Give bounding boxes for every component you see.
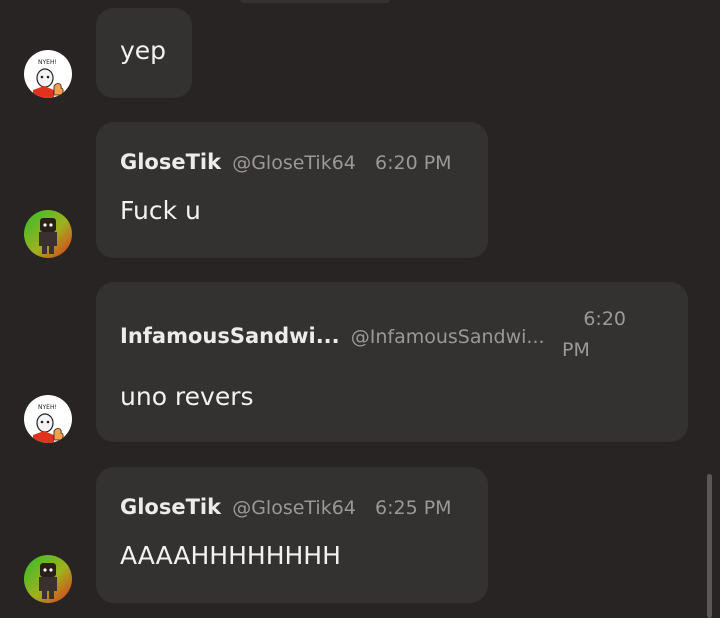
author-name[interactable]: GloseTik [120,150,221,174]
glosetik-avatar-icon [24,210,72,258]
author-name[interactable]: GloseTik [120,495,221,519]
message-text: uno revers [120,382,254,411]
message-header: GloseTik @GloseTik64 6:20 PM [120,150,452,174]
user-avatar[interactable]: NYEH! [24,395,72,443]
message-text: yep [120,36,167,65]
message-bubble: GloseTik @GloseTik64 6:20 PM Fuck u [96,122,488,258]
svg-text:NYEH!: NYEH! [38,404,57,411]
svg-text:NYEH!: NYEH! [38,59,57,66]
papyrus-avatar-icon: NYEH! [24,395,72,443]
user-avatar[interactable]: NYEH! [24,50,72,98]
message-bubble: GloseTik @GloseTik64 6:25 PM AAAAHHHHHHH… [96,467,488,603]
timestamp-time: 6:20 [583,308,626,330]
user-avatar[interactable] [24,210,72,258]
message-bubble: InfamousSandwi... @InfamousSandwi... 6:2… [96,282,688,442]
message-bubble: yep [96,8,192,98]
message-header: GloseTik @GloseTik64 6:25 PM [120,495,452,519]
author-handle[interactable]: @InfamousSandwi... [351,326,545,348]
author-handle[interactable]: @GloseTik64 [232,152,356,174]
message-text: Fuck u [120,196,201,225]
message-header: InfamousSandwi... @InfamousSandwi... [120,324,545,348]
message-timestamp: 6:20 PM [562,304,626,366]
message-text: AAAAHHHHHHHH [120,541,341,570]
chat-view: NYEH! yep GloseTik @GloseTik64 6:20 PM F… [0,0,720,618]
author-name[interactable]: InfamousSandwi... [120,324,340,348]
scrollbar-thumb[interactable] [707,474,712,618]
message-timestamp: 6:25 PM [374,497,452,519]
glosetik-avatar-icon [24,555,72,603]
message-timestamp: 6:20 PM [374,152,452,174]
user-avatar[interactable] [24,555,72,603]
papyrus-avatar-icon: NYEH! [24,50,72,98]
timestamp-period: PM [562,339,590,361]
author-handle[interactable]: @GloseTik64 [232,497,356,519]
previous-message-edge [240,0,390,3]
